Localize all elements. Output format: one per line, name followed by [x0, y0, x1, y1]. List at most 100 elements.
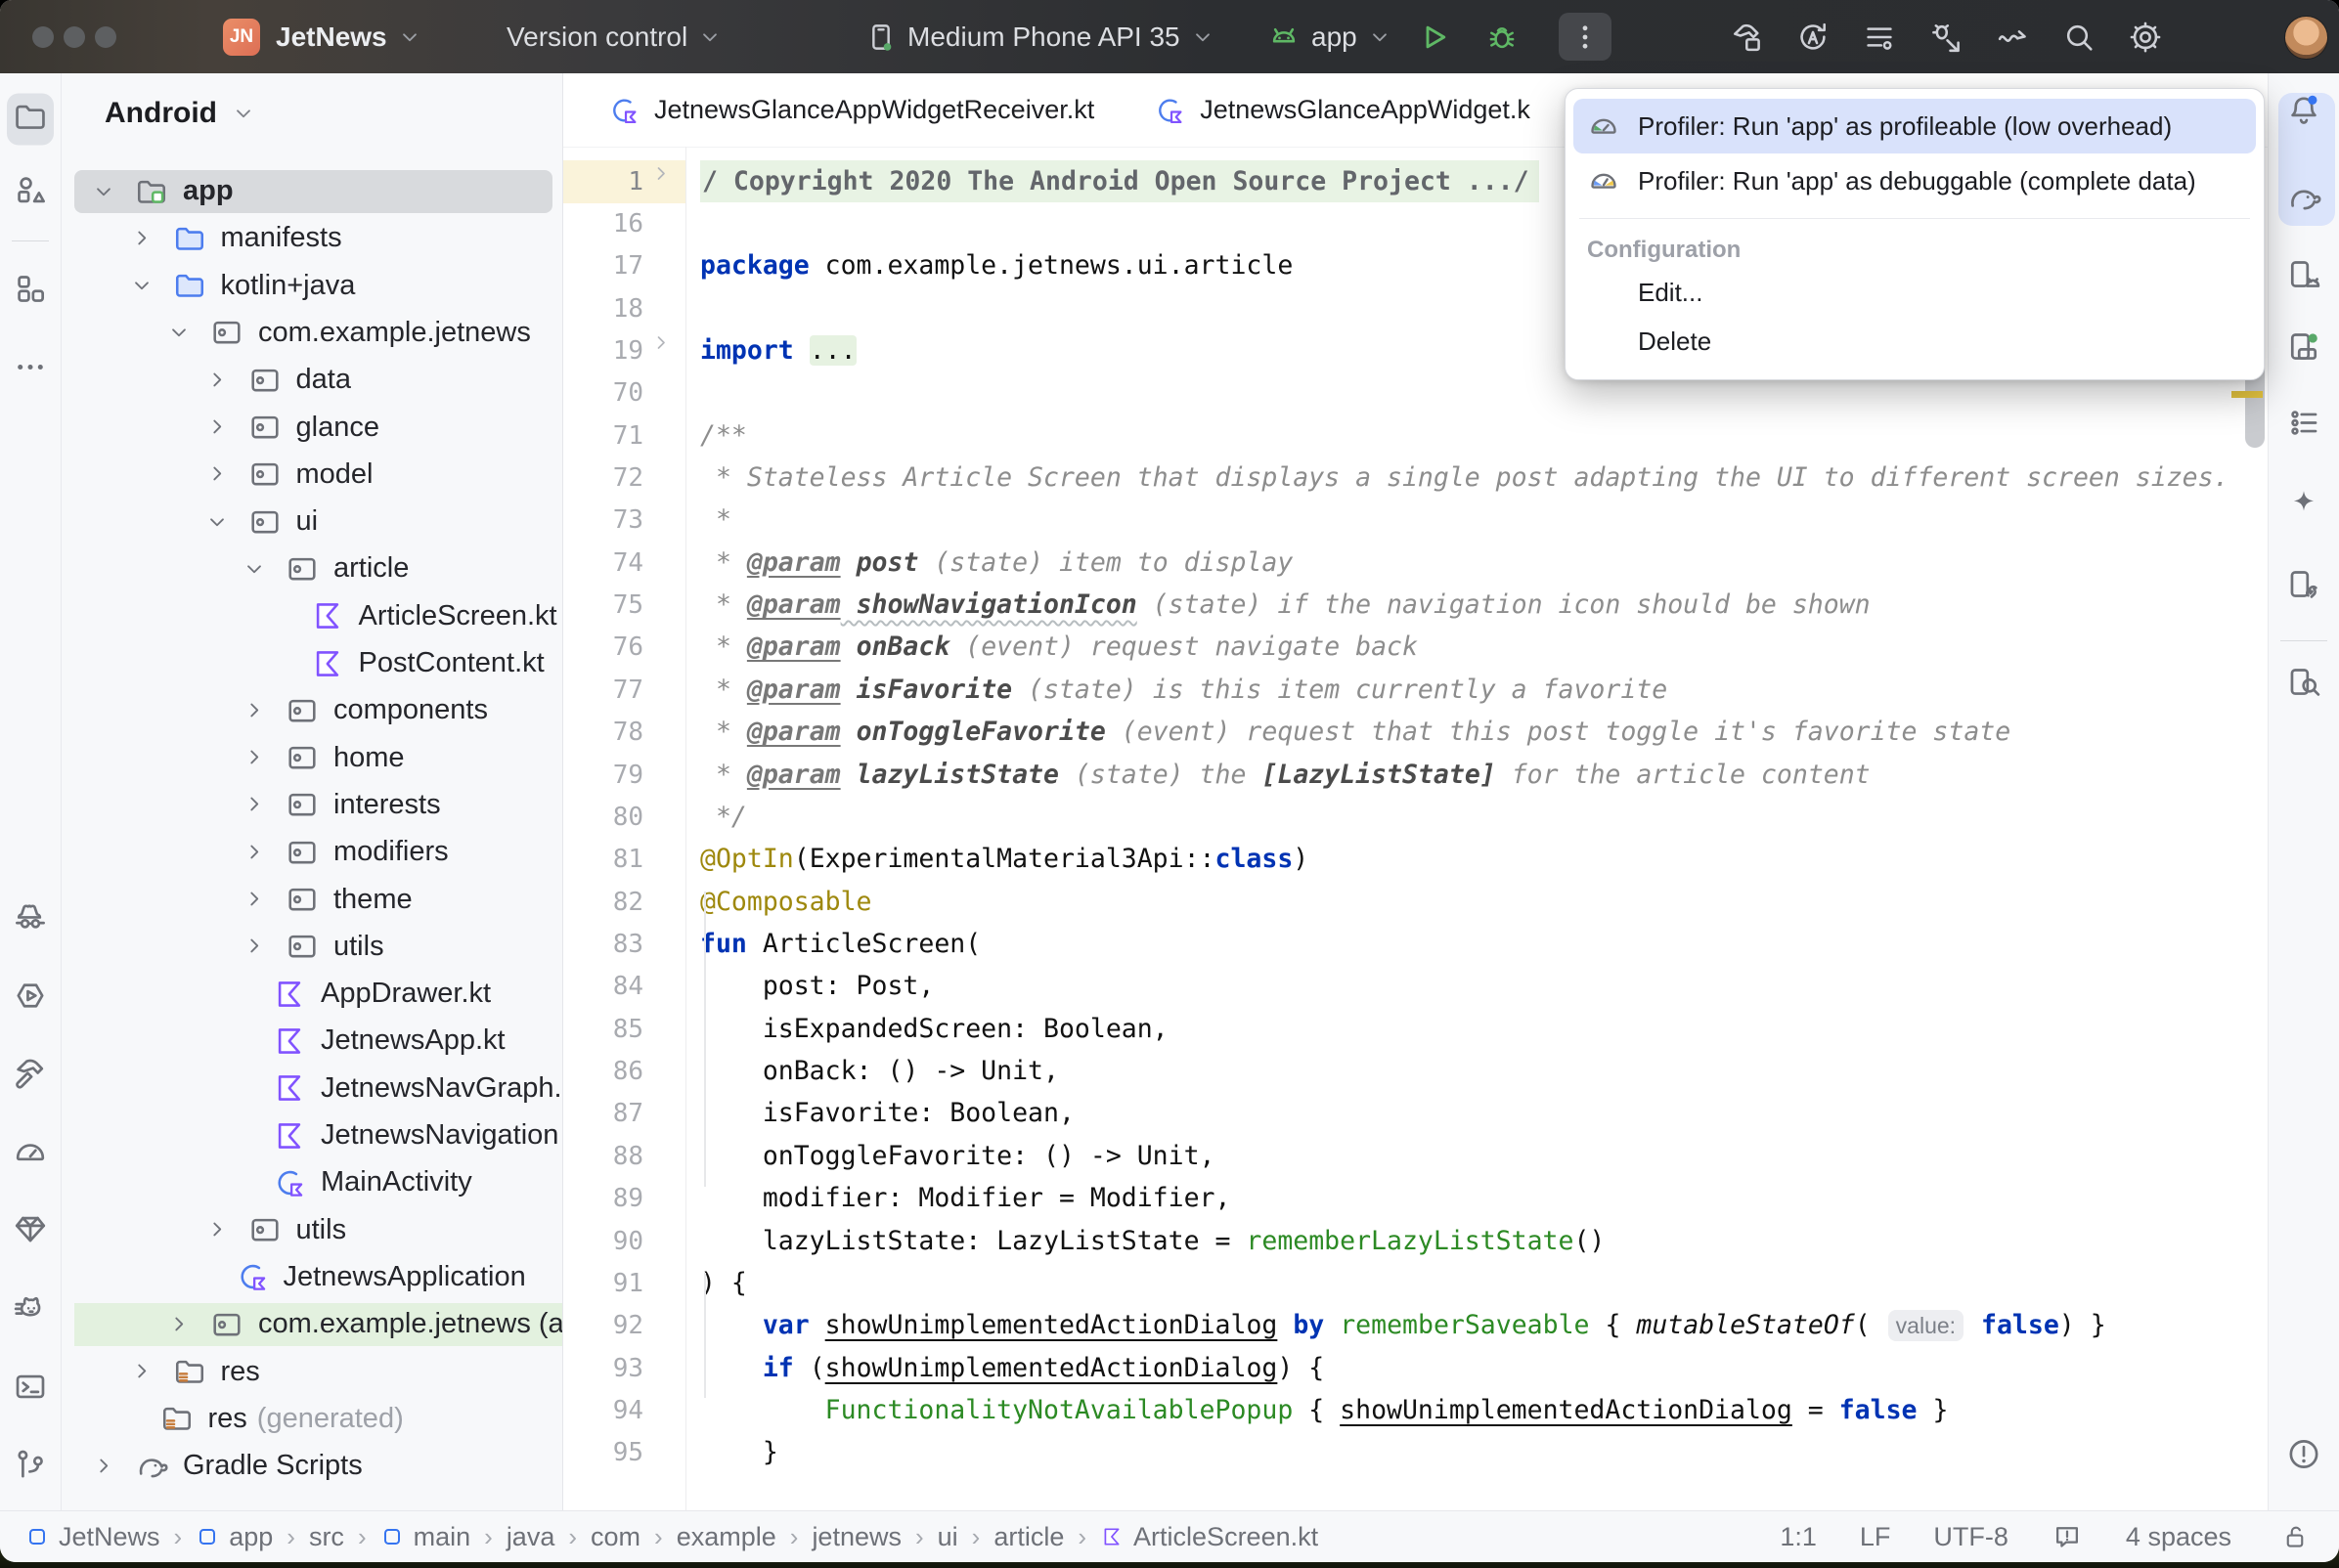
popup-item-debuggable[interactable]: Profiler: Run 'app' as debuggable (compl…	[1573, 153, 2256, 208]
tree-expanded-chevron-icon[interactable]	[166, 320, 192, 345]
code-text[interactable]: modifier: Modifier = Modifier,	[700, 1177, 1230, 1220]
breadcrumb-article[interactable]: article	[993, 1522, 1064, 1552]
tool-button-device-manager[interactable]	[2285, 256, 2322, 298]
apply-changes-icon[interactable]	[1995, 20, 2030, 55]
tree-item-res[interactable]: res(generated)	[62, 1395, 562, 1442]
code-text[interactable]: @Composable	[700, 881, 872, 924]
code-text[interactable]: * @param lazyListState (state) the [Lazy…	[700, 754, 1871, 797]
traffic-light-minimize[interactable]	[64, 26, 85, 48]
tree-expanded-chevron-icon[interactable]	[129, 273, 154, 298]
code-text[interactable]: if (showUnimplementedActionDialog) {	[700, 1347, 1324, 1390]
code-text[interactable]: var showUnimplementedActionDialog by rem…	[700, 1304, 2106, 1347]
tree-item-components[interactable]: components	[62, 687, 562, 734]
device-selector[interactable]: Medium Phone API 35	[864, 0, 1215, 73]
code-text[interactable]: /**	[700, 414, 747, 457]
breadcrumb-main[interactable]: main	[380, 1522, 471, 1552]
breadcrumb-jetnews[interactable]: JetNews	[25, 1522, 160, 1552]
tree-collapsed-chevron-icon[interactable]	[242, 745, 267, 770]
code-text[interactable]: * @param showNavigationIcon (state) if t…	[700, 584, 1871, 627]
lock-icon[interactable]	[2280, 1522, 2310, 1551]
tree-item-res[interactable]: res	[62, 1348, 562, 1395]
tool-button-structure-list[interactable]	[2285, 405, 2322, 447]
sync-project-icon[interactable]	[1795, 20, 1831, 55]
tree-collapsed-chevron-icon[interactable]	[129, 226, 154, 251]
more-run-options-button[interactable]	[1559, 13, 1611, 61]
tree-item-jetnewsapplication[interactable]: JetnewsApplication	[62, 1253, 562, 1300]
tool-button-app-inspection[interactable]	[12, 1211, 49, 1253]
tool-button-resource-manager[interactable]	[12, 172, 49, 214]
tree-item-jetnewsnavgraph-[interactable]: JetnewsNavGraph.	[62, 1065, 562, 1111]
breadcrumb-app[interactable]: app	[196, 1522, 273, 1552]
popup-item-profileable[interactable]: Profiler: Run 'app' as profileable (low …	[1573, 99, 2256, 153]
tree-collapsed-chevron-icon[interactable]	[204, 368, 230, 393]
code-text[interactable]: * Stateless Article Screen that displays…	[700, 457, 2229, 500]
tool-button-gradle[interactable]	[2285, 180, 2322, 222]
tree-collapsed-chevron-icon[interactable]	[204, 461, 230, 487]
tool-button-find-on-device[interactable]	[2285, 664, 2322, 706]
breadcrumb-example[interactable]: example	[677, 1522, 776, 1552]
code-text[interactable]: / Copyright 2020 The Android Open Source…	[700, 160, 1539, 203]
code-text[interactable]: @OptIn(ExperimentalMaterial3Api::class)	[700, 838, 1308, 881]
tree-item-glance[interactable]: glance	[62, 404, 562, 451]
tree-collapsed-chevron-icon[interactable]	[204, 414, 230, 440]
tree-collapsed-chevron-icon[interactable]	[242, 934, 267, 959]
run-button[interactable]	[1416, 20, 1451, 55]
tree-item-modifiers[interactable]: modifiers	[62, 829, 562, 876]
tree-item-com-example-jetnews[interactable]: com.example.jetnews	[62, 309, 562, 356]
file-encoding[interactable]: UTF-8	[1933, 1522, 2008, 1552]
tree-item-app[interactable]: app	[62, 168, 562, 215]
code-text[interactable]: onToggleFavorite: () -> Unit,	[700, 1135, 1215, 1178]
code-text[interactable]: lazyListState: LazyListState = rememberL…	[700, 1220, 1605, 1263]
tool-button-profiler[interactable]	[12, 1134, 49, 1176]
tree-collapsed-chevron-icon[interactable]	[242, 698, 267, 723]
tree-expanded-chevron-icon[interactable]	[242, 556, 267, 582]
build-hammer-icon[interactable]	[1729, 20, 1764, 55]
profiler-lines-icon[interactable]	[1862, 20, 1897, 55]
tree-collapsed-chevron-icon[interactable]	[166, 1312, 192, 1337]
tree-item-manifests[interactable]: manifests	[62, 215, 562, 262]
tree-item-ui[interactable]: ui	[62, 499, 562, 545]
tool-button-build[interactable]	[12, 1055, 49, 1097]
tree-item-interests[interactable]: interests	[62, 781, 562, 828]
tool-button-logcat[interactable]	[12, 1291, 49, 1333]
breadcrumb-jetnews[interactable]: jetnews	[812, 1522, 902, 1552]
tool-button-terminal[interactable]	[12, 1369, 49, 1411]
code-text[interactable]: ) {	[700, 1262, 747, 1305]
tree-item-gradle-scripts[interactable]: Gradle Scripts	[62, 1443, 562, 1490]
code-text[interactable]: import ...	[700, 329, 857, 372]
tree-item-data[interactable]: data	[62, 357, 562, 404]
tree-item-model[interactable]: model	[62, 451, 562, 498]
code-text[interactable]: package com.example.jetnews.ui.article	[700, 244, 1293, 287]
highlighting-level-icon[interactable]	[2052, 1521, 2083, 1552]
code-text[interactable]: post: Post,	[700, 965, 934, 1008]
code-text[interactable]: * @param post (state) item to display	[700, 542, 1293, 585]
popup-action-edit[interactable]: Edit...	[1573, 268, 2256, 317]
tree-item-article[interactable]: article	[62, 545, 562, 592]
attach-debugger-icon[interactable]	[1928, 20, 1964, 55]
tree-collapsed-chevron-icon[interactable]	[242, 840, 267, 865]
tool-button-project-folder[interactable]	[7, 94, 54, 146]
debug-button[interactable]	[1484, 20, 1520, 55]
indent-setting[interactable]: 4 spaces	[2126, 1522, 2231, 1552]
code-text[interactable]: fun ArticleScreen(	[700, 923, 981, 966]
popup-action-delete[interactable]: Delete	[1573, 317, 2256, 366]
run-configuration-selector[interactable]: app	[1266, 0, 1392, 73]
tree-item-mainactivity[interactable]: MainActivity	[62, 1159, 562, 1206]
editor-tab-jetnewsglanceappwidgetreceiver-kt[interactable]: JetnewsGlanceAppWidgetReceiver.kt	[588, 73, 1133, 147]
tool-button-problems[interactable]	[2285, 1436, 2322, 1478]
search-icon[interactable]	[2061, 20, 2096, 55]
tree-collapsed-chevron-icon[interactable]	[129, 1359, 154, 1384]
tool-button-gemini[interactable]	[2285, 486, 2322, 528]
tool-button-services[interactable]	[12, 978, 49, 1020]
tree-item-kotlin-java[interactable]: kotlin+java	[62, 262, 562, 309]
tool-button-notifications[interactable]	[2285, 92, 2322, 134]
breadcrumb-com[interactable]: com	[591, 1522, 640, 1552]
tool-button-version-control[interactable]	[12, 1446, 49, 1488]
project-view-selector[interactable]: Android	[105, 97, 256, 130]
tree-item-utils[interactable]: utils	[62, 1206, 562, 1253]
caret-position[interactable]: 1:1	[1780, 1522, 1817, 1552]
tool-button-more-tool-windows[interactable]	[12, 349, 49, 391]
breadcrumb-ui[interactable]: ui	[938, 1522, 958, 1552]
traffic-light-close[interactable]	[32, 26, 54, 48]
tree-expanded-chevron-icon[interactable]	[91, 179, 116, 204]
